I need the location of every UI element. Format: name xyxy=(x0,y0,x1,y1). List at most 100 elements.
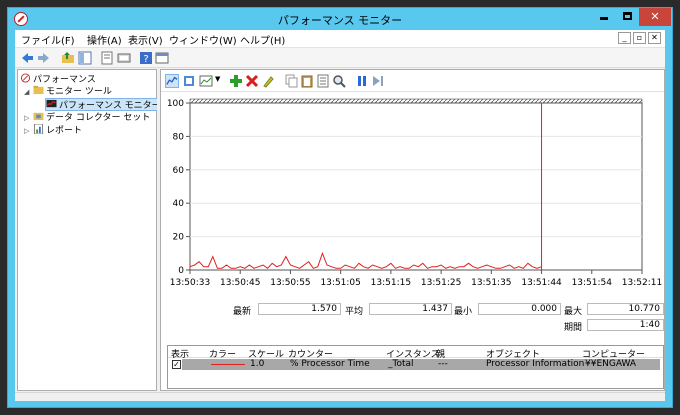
y-tick-label: 100 xyxy=(167,99,184,109)
minimize-button[interactable] xyxy=(593,8,615,26)
reports-icon xyxy=(33,124,44,134)
legend-row[interactable]: 1.0 % Processor Time _Total --- Processo… xyxy=(182,359,660,370)
client-area: ファイル(F) 操作(A) 表示(V) ウィンドウ(W) ヘルプ(H) _ ▫ ✕ … xyxy=(15,30,665,401)
console-icon[interactable] xyxy=(155,51,169,65)
tree-item-reports[interactable]: レポート xyxy=(33,124,82,137)
graph-toolbar: ▼ xyxy=(161,70,664,92)
x-tick-label: 13:51:54 xyxy=(572,278,613,288)
show-tree-icon[interactable] xyxy=(78,51,92,65)
help-icon[interactable]: ? xyxy=(139,51,153,65)
monitor-graph-icon xyxy=(46,99,57,108)
chart-grid xyxy=(189,98,643,271)
show-counter-checkbox[interactable]: ✓ xyxy=(172,360,181,369)
last-label: 最新 xyxy=(233,307,252,317)
expand-arrow-icon[interactable]: ▷ xyxy=(24,114,29,122)
update-data-icon[interactable] xyxy=(371,74,385,88)
title-bar[interactable]: パフォーマンス モニター ✕ xyxy=(8,8,672,30)
menu-help[interactable]: ヘルプ(H) xyxy=(240,32,285,47)
tree-label-performance: パフォーマンス xyxy=(33,75,96,85)
tree-item-monitor-tools[interactable]: モニター ツール xyxy=(33,85,112,98)
x-tick-label: 13:50:33 xyxy=(170,278,210,288)
window-title: パフォーマンス モニター xyxy=(277,14,403,27)
forward-arrow-icon[interactable] xyxy=(37,51,51,65)
menu-view[interactable]: 表示(V) xyxy=(128,32,163,47)
data-collector-folder-icon xyxy=(33,112,44,121)
status-bar xyxy=(15,392,665,401)
max-value: 10.770 xyxy=(587,303,664,315)
highlight-icon[interactable] xyxy=(261,74,275,88)
tree-label-data-collector-sets: データ コレクター セット xyxy=(46,113,151,123)
view-current-activity-icon[interactable] xyxy=(165,74,179,88)
legend-counter: % Processor Time xyxy=(290,359,370,369)
change-graph-type-icon[interactable] xyxy=(199,74,213,88)
y-tick-label: 0 xyxy=(178,266,184,276)
tree-label-monitor-tools: モニター ツール xyxy=(46,87,112,97)
menu-bar: ファイル(F) 操作(A) 表示(V) ウィンドウ(W) ヘルプ(H) _ ▫ ✕ xyxy=(15,30,665,48)
graph-type-dropdown-arrow-icon[interactable]: ▼ xyxy=(215,75,220,83)
legend-scale: 1.0 xyxy=(250,359,265,369)
tree-label-performance-monitor: パフォーマンス モニター xyxy=(59,101,161,111)
folder-icon xyxy=(33,85,44,95)
freeze-display-icon[interactable] xyxy=(355,74,369,88)
maximize-button[interactable] xyxy=(616,8,638,26)
x-tick-label: 13:51:25 xyxy=(421,278,461,288)
menu-file[interactable]: ファイル(F) xyxy=(21,32,75,47)
minimize-icon xyxy=(600,17,608,20)
x-tick-label: 13:51:35 xyxy=(471,278,511,288)
close-icon: ✕ xyxy=(650,10,660,23)
mdi-minimize-button[interactable]: _ xyxy=(618,32,631,44)
legend-header: 表示 カラー スケール カウンター インスタンス 親 オブジェクト コンピュータ… xyxy=(168,346,663,360)
screen-frame: パフォーマンス モニター ✕ ファイル(F) 操作(A) 表示(V) ウィンドウ… xyxy=(0,0,680,415)
y-tick-label: 80 xyxy=(173,132,185,142)
properties-icon[interactable] xyxy=(316,74,330,88)
paste-counter-list-icon[interactable] xyxy=(300,74,314,88)
properties-icon[interactable] xyxy=(100,51,114,65)
avg-label: 平均 xyxy=(345,307,364,317)
y-axis-ticks: 100 80 60 40 20 0 xyxy=(167,99,190,276)
app-window: パフォーマンス モニター ✕ ファイル(F) 操作(A) 表示(V) ウィンドウ… xyxy=(7,7,673,408)
min-value: 0.000 xyxy=(478,303,561,315)
x-tick-label: 13:51:05 xyxy=(320,278,360,288)
delete-counter-icon[interactable] xyxy=(245,74,259,88)
plot-border xyxy=(189,102,643,271)
mdi-restore-button[interactable]: ▫ xyxy=(633,32,646,44)
duration-label: 期間 xyxy=(564,323,583,333)
close-button[interactable]: ✕ xyxy=(639,8,671,26)
y-tick-label: 20 xyxy=(173,233,185,243)
menu-action[interactable]: 操作(A) xyxy=(87,32,122,47)
zoom-icon[interactable] xyxy=(332,74,346,88)
expand-arrow-icon[interactable]: ▷ xyxy=(24,127,29,135)
tree-item-performance-monitor[interactable]: パフォーマンス モニター xyxy=(45,98,164,111)
stats-panel: 最新 1.570 平均 1.437 最小 0.000 最大 10.770 期間 … xyxy=(161,298,664,338)
tree-item-data-collector-sets[interactable]: データ コレクター セット xyxy=(33,111,150,124)
legend-parent: --- xyxy=(438,359,448,369)
x-tick-label: 13:50:45 xyxy=(220,278,260,288)
perfmon-icon xyxy=(20,73,31,83)
x-tick-label: 13:51:44 xyxy=(521,278,562,288)
x-tick-label: 13:51:15 xyxy=(371,278,411,288)
last-value: 1.570 xyxy=(258,303,341,315)
y-tick-label: 60 xyxy=(173,166,185,176)
counter-legend: 表示 カラー スケール カウンター インスタンス 親 オブジェクト コンピュータ… xyxy=(167,345,664,389)
menu-window[interactable]: ウィンドウ(W) xyxy=(169,32,237,47)
hatched-band xyxy=(189,98,643,104)
avg-value: 1.437 xyxy=(369,303,452,315)
view-log-data-icon[interactable] xyxy=(182,74,196,88)
tree-label-reports: レポート xyxy=(46,126,83,136)
performance-chart[interactable]: 100 80 60 40 20 0 13:50:33 13:50:45 13:50:55 13:… xyxy=(161,93,664,298)
chart-svg: 100806040200 13:50:33 13:50:45 13:50:55 13:… xyxy=(167,98,662,288)
maximize-icon xyxy=(622,12,632,20)
collapse-arrow-icon[interactable]: ◢ xyxy=(24,88,29,96)
main-toolbar: ? xyxy=(15,48,665,68)
mdi-close-button[interactable]: ✕ xyxy=(648,32,661,44)
y-tick-label: 40 xyxy=(173,199,185,209)
copy-properties-icon[interactable] xyxy=(284,74,298,88)
back-arrow-icon[interactable] xyxy=(20,51,34,65)
min-label: 最小 xyxy=(454,307,473,317)
navigation-tree: パフォーマンス ◢ モニター ツール パフォーマンス モニター ▷ データ コレ… xyxy=(17,69,164,391)
up-folder-icon[interactable] xyxy=(61,51,75,65)
legend-computer: ¥¥ENGAWA xyxy=(585,359,637,369)
export-icon[interactable] xyxy=(117,51,131,65)
x-tick-label: 13:52:11 xyxy=(622,278,662,288)
add-counter-icon[interactable] xyxy=(229,74,243,88)
